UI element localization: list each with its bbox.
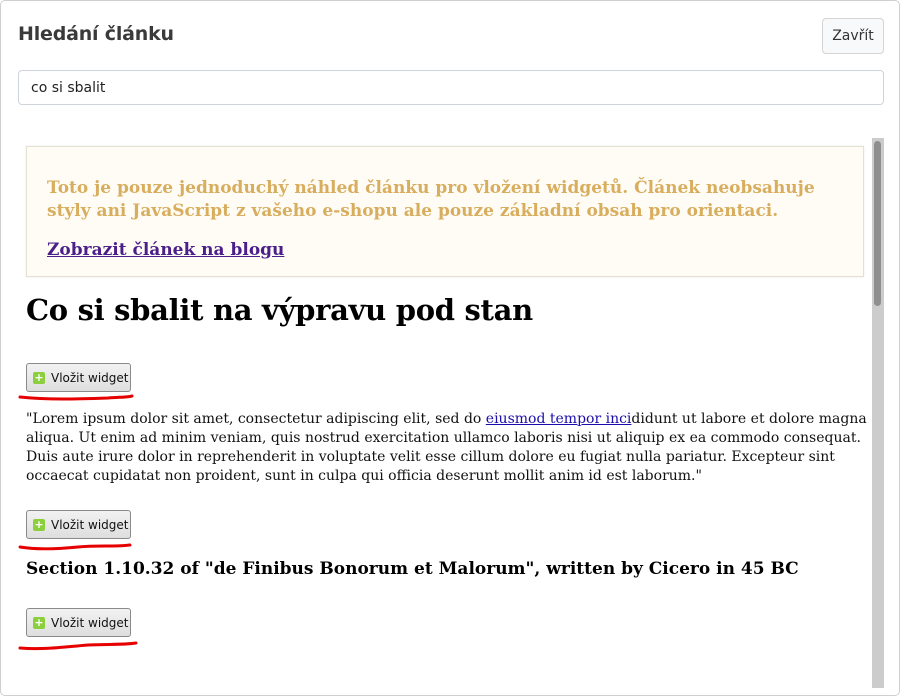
red-annotation-underline: [18, 394, 134, 401]
article-title: Co si sbalit na výpravu pod stan: [26, 293, 533, 327]
article-paragraph: "Lorem ipsum dolor sit amet, consectetur…: [26, 411, 867, 484]
preview-notice: Toto je pouze jednoduchý náhled článku p…: [26, 146, 864, 277]
view-on-blog-link[interactable]: Zobrazit článek na blogu: [47, 240, 284, 260]
dialog-title: Hledání článku: [18, 23, 174, 45]
plus-icon: +: [33, 615, 45, 629]
scrollbar-thumb[interactable]: [874, 141, 881, 306]
search-input[interactable]: [18, 70, 884, 105]
insert-widget-button-2[interactable]: + Vložit widget: [26, 510, 131, 539]
preview-scrollbar[interactable]: [872, 138, 884, 688]
insert-widget-button-1[interactable]: + Vložit widget: [26, 363, 131, 392]
insert-widget-label: Vložit widget: [51, 517, 129, 532]
paragraph-link[interactable]: eiusmod tempor inci: [486, 411, 632, 427]
article-preview[interactable]: Toto je pouze jednoduchý náhled článku p…: [18, 138, 872, 695]
insert-widget-label: Vložit widget: [51, 615, 129, 630]
close-button[interactable]: Zavřít: [822, 18, 884, 54]
article-search-dialog: Hledání článku Zavřít Toto je pouze jedn…: [0, 0, 900, 696]
plus-icon: +: [33, 370, 45, 384]
red-annotation-underline: [18, 641, 138, 651]
red-annotation-underline: [18, 543, 132, 551]
section-heading: Section 1.10.32 of "de Finibus Bonorum e…: [26, 559, 799, 579]
notice-text: Toto je pouze jednoduchý náhled článku p…: [47, 178, 815, 221]
insert-widget-label: Vložit widget: [51, 370, 129, 385]
plus-icon: +: [33, 517, 45, 531]
insert-widget-button-3[interactable]: + Vložit widget: [26, 608, 131, 637]
